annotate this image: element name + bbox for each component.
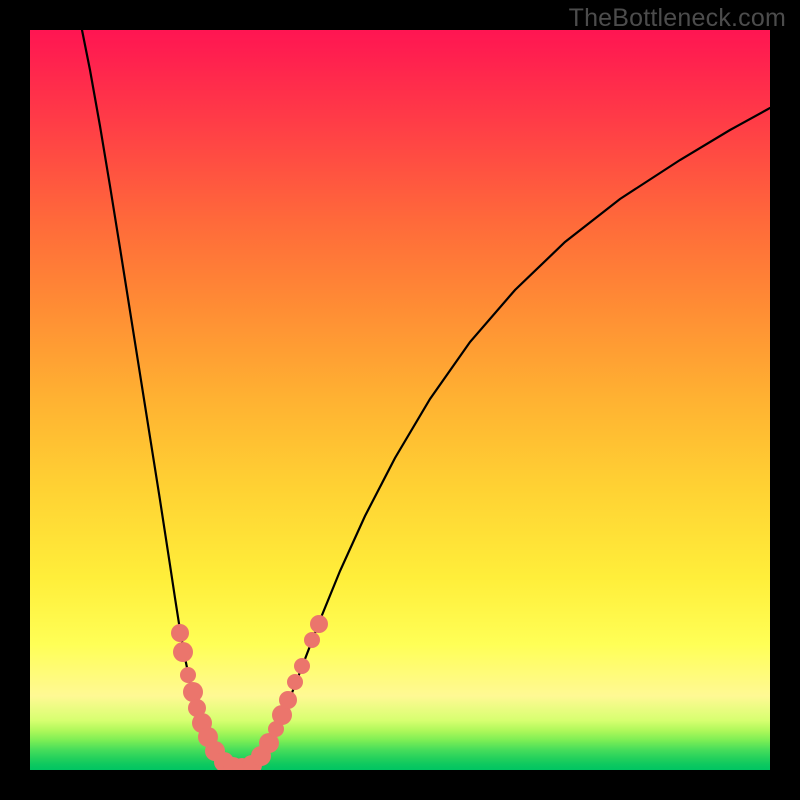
data-dot	[279, 691, 297, 709]
bottleneck-chart	[30, 30, 770, 770]
data-dot	[287, 674, 303, 690]
data-dot	[180, 667, 196, 683]
data-dot	[294, 658, 310, 674]
data-dot	[171, 624, 189, 642]
data-dot	[310, 615, 328, 633]
data-dots	[171, 615, 328, 770]
data-dot	[173, 642, 193, 662]
watermark-text: TheBottleneck.com	[569, 4, 786, 33]
data-dot	[304, 632, 320, 648]
data-dot	[183, 682, 203, 702]
